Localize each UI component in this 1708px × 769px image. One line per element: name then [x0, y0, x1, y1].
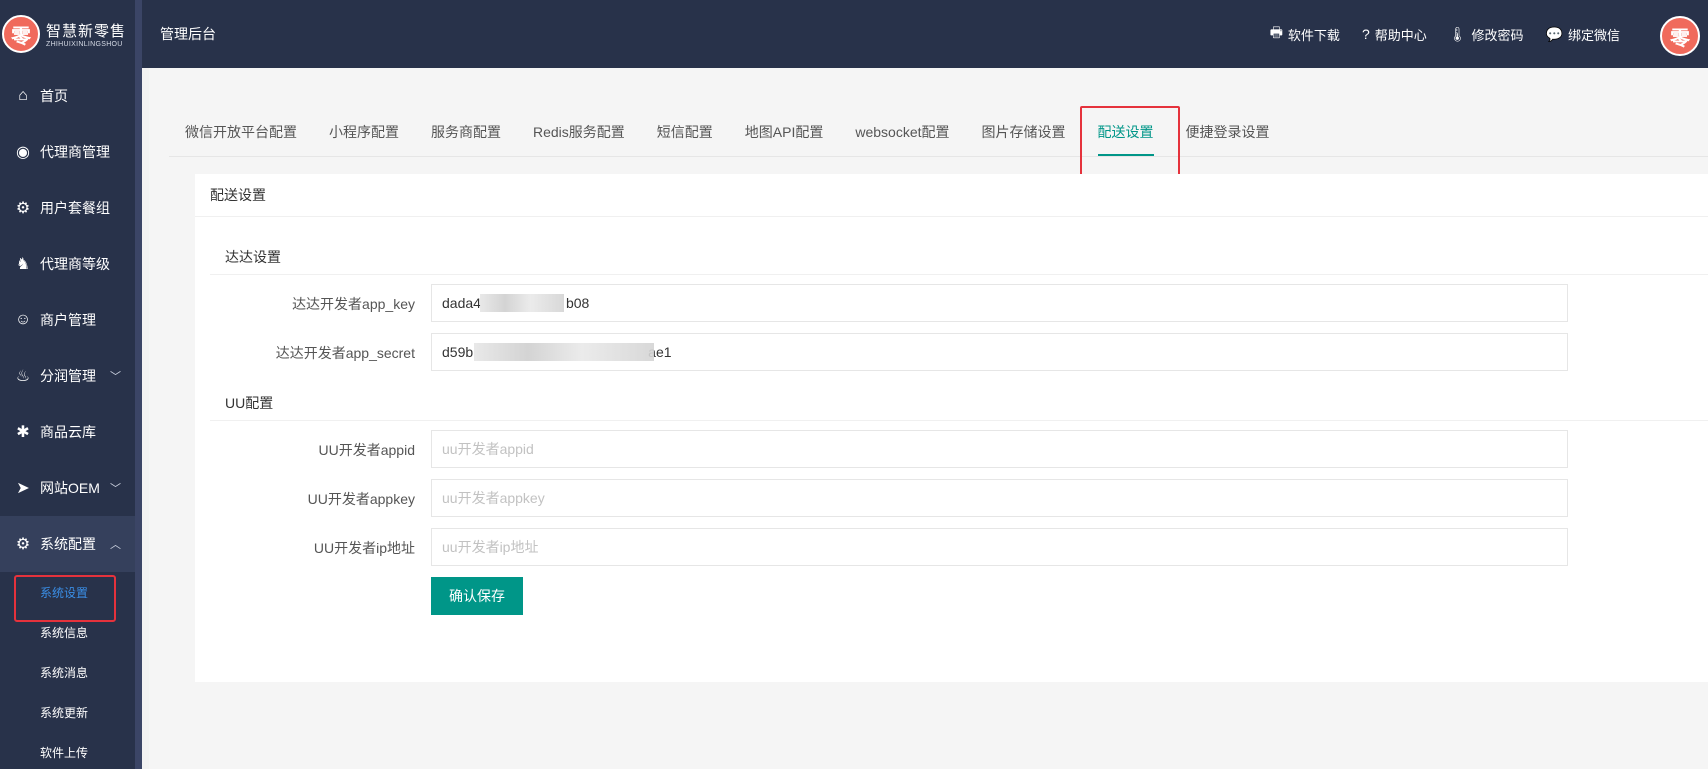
uu-appid-label: UU开发者appid: [318, 442, 415, 458]
tab-0[interactable]: 微信开放平台配置: [169, 108, 313, 156]
section-divider: [210, 274, 1708, 275]
delivery-settings-card: 配送设置 达达设置 达达开发者app_key dada4 b08 达达开发者app…: [195, 174, 1708, 682]
sidebar: 零 智慧新零售 ZHIHUIXINLINGSHOU ⌂ 首页 ◉ 代理商管理 ⚙ 用户套餐…: [0, 0, 142, 769]
logo-badge: 零: [2, 15, 40, 53]
header-tool-label: 修改密码: [1471, 27, 1524, 43]
fire-icon: ♨: [15, 368, 31, 385]
header-tools: 🖶 软件下载? 帮助中心 🌡 修改密码 💬 绑定微信: [1270, 22, 1620, 46]
dada-app-secret-input[interactable]: d59b ae1: [431, 333, 1568, 371]
dada-app-key-prefix: dada4: [442, 295, 481, 311]
sidebar-item-system-config[interactable]: ⚙ 系统配置 ︿: [0, 516, 135, 572]
header-tool-button[interactable]: ? 帮助中心: [1362, 25, 1427, 44]
submenu-item[interactable]: 系统消息: [0, 652, 135, 692]
user-circle-icon: ☺: [14, 311, 32, 328]
header-tool-label: 帮助中心: [1374, 27, 1427, 43]
tab-8[interactable]: 配送设置: [1079, 106, 1180, 179]
card-title: 配送设置: [195, 174, 1708, 217]
tab-9[interactable]: 便捷登录设置: [1170, 108, 1286, 156]
cog-icon: ⚙: [15, 536, 31, 553]
tab-2[interactable]: 服务商配置: [415, 108, 517, 156]
masked-region: [474, 343, 654, 361]
header-tool-label: 软件下载: [1287, 27, 1340, 43]
header-tool-button[interactable]: 💬 绑定微信: [1546, 25, 1620, 44]
gear-m-icon: ⚙: [15, 200, 31, 217]
brand-logo[interactable]: 零 智慧新零售 ZHIHUIXINLINGSHOU: [0, 0, 135, 68]
dada-app-key-label: 达达开发者app_key: [292, 296, 415, 312]
chevron-down-icon: ﹀: [110, 483, 121, 495]
section-title-dada: 达达设置: [225, 249, 281, 265]
save-button[interactable]: 确认保存: [431, 577, 523, 615]
submenu-item[interactable]: 系统更新: [0, 692, 135, 732]
top-header: 管理后台 🖶 软件下载? 帮助中心 🌡 修改密码 💬 绑定微信 零: [142, 0, 1708, 68]
tab-5[interactable]: 地图API配置: [729, 108, 840, 156]
printer-icon: 🖶: [1269, 24, 1283, 40]
dada-app-key-input[interactable]: dada4 b08: [431, 284, 1568, 322]
sidebar-item-agent-management[interactable]: ◉ 代理商管理: [0, 124, 135, 180]
compass-icon: ◉: [16, 144, 30, 161]
header-tool-button[interactable]: 🌡 修改密码: [1449, 25, 1524, 44]
sidebar-item-profit-sharing[interactable]: ♨ 分润管理 ﹀: [0, 348, 135, 404]
submenu-item[interactable]: 系统设置: [0, 572, 135, 622]
submenu-item[interactable]: 软件上传: [0, 732, 135, 769]
sidebar-nav: ⌂ 首页 ◉ 代理商管理 ⚙ 用户套餐组 ♞ 代理商等级 ☺ 商户管理 ♨ 分润管理 ﹀ ✱ 商品云库 ➤ 网站…: [0, 68, 135, 516]
sidebar-item-label: 商品云库: [40, 424, 96, 440]
chevron-down-icon: ﹀: [110, 371, 121, 383]
sidebar-item-label: 商户管理: [40, 312, 96, 328]
tab-1[interactable]: 小程序配置: [313, 108, 415, 156]
sidebar-item-label: 用户套餐组: [40, 200, 110, 216]
logo-text: 智慧新零售 ZHIHUIXINLINGSHOU: [46, 20, 126, 48]
brand-name-en: ZHIHUIXINLINGSHOU: [46, 41, 123, 48]
sidebar-item-label: 分润管理: [40, 368, 96, 384]
dada-app-secret-label: 达达开发者app_secret: [275, 345, 415, 361]
tab-6[interactable]: websocket配置: [839, 108, 965, 156]
masked-region: [480, 294, 564, 312]
header-tool-button[interactable]: 🖶 软件下载: [1270, 22, 1340, 46]
help-icon: ?: [1361, 26, 1370, 42]
sidebar-item-agent-level[interactable]: ♞ 代理商等级: [0, 236, 135, 292]
sidebar-item-label: 首页: [40, 88, 68, 104]
sidebar-item-product-cloud[interactable]: ✱ 商品云库: [0, 404, 135, 460]
sidebar-item-user-package-group[interactable]: ⚙ 用户套餐组: [0, 180, 135, 236]
sidebar-item-website-oem[interactable]: ➤ 网站OEM ﹀: [0, 460, 135, 516]
page-title: 管理后台: [160, 26, 216, 42]
user-tie-icon: ♞: [15, 256, 31, 273]
uu-appkey-label: UU开发者appkey: [307, 491, 415, 507]
config-tabs: 微信开放平台配置 小程序配置 服务商配置 Redis服务配置 短信配置 地图API配置 we…: [169, 106, 1708, 179]
chevron-up-icon: ︿: [110, 539, 121, 551]
sidebar-item-label: 代理商管理: [40, 144, 110, 160]
sidebar-item-home[interactable]: ⌂ 首页: [0, 68, 135, 124]
tab-7[interactable]: 图片存储设置: [966, 108, 1082, 156]
thermometer-icon: 🌡: [1448, 25, 1467, 42]
sidebar-item-label: 网站OEM: [40, 480, 100, 496]
tab-4[interactable]: 短信配置: [641, 108, 729, 156]
submenu-item[interactable]: 系统信息: [0, 612, 135, 652]
avatar[interactable]: 零: [1660, 16, 1700, 56]
system-config-submenu: 系统设置 系统信息 系统消息 系统更新 软件上传: [0, 572, 135, 769]
dada-app-secret-prefix: d59b: [442, 344, 474, 360]
asterisk-icon: ✱: [16, 424, 30, 441]
section-title-uu: UU配置: [225, 395, 274, 411]
send-icon: ➤: [16, 480, 30, 497]
chat-icon: 💬: [1545, 25, 1563, 42]
section-divider: [210, 420, 1708, 421]
header-tool-label: 绑定微信: [1567, 27, 1620, 43]
home-icon: ⌂: [18, 87, 28, 104]
sidebar-item-merchant-management[interactable]: ☺ 商户管理: [0, 292, 135, 348]
sidebar-item-label: 系统配置: [40, 536, 96, 552]
uu-ip-label: UU开发者ip地址: [313, 540, 415, 556]
uu-appid-input[interactable]: [431, 430, 1568, 468]
uu-ip-input[interactable]: [431, 528, 1568, 566]
dada-app-key-suffix: b08: [565, 295, 590, 311]
uu-appkey-input[interactable]: [431, 479, 1568, 517]
brand-name: 智慧新零售: [46, 23, 127, 40]
tab-3[interactable]: Redis服务配置: [517, 108, 641, 156]
main-content: 微信开放平台配置 小程序配置 服务商配置 Redis服务配置 短信配置 地图API配置 we…: [149, 68, 1708, 769]
sidebar-item-label: 代理商等级: [40, 256, 110, 272]
